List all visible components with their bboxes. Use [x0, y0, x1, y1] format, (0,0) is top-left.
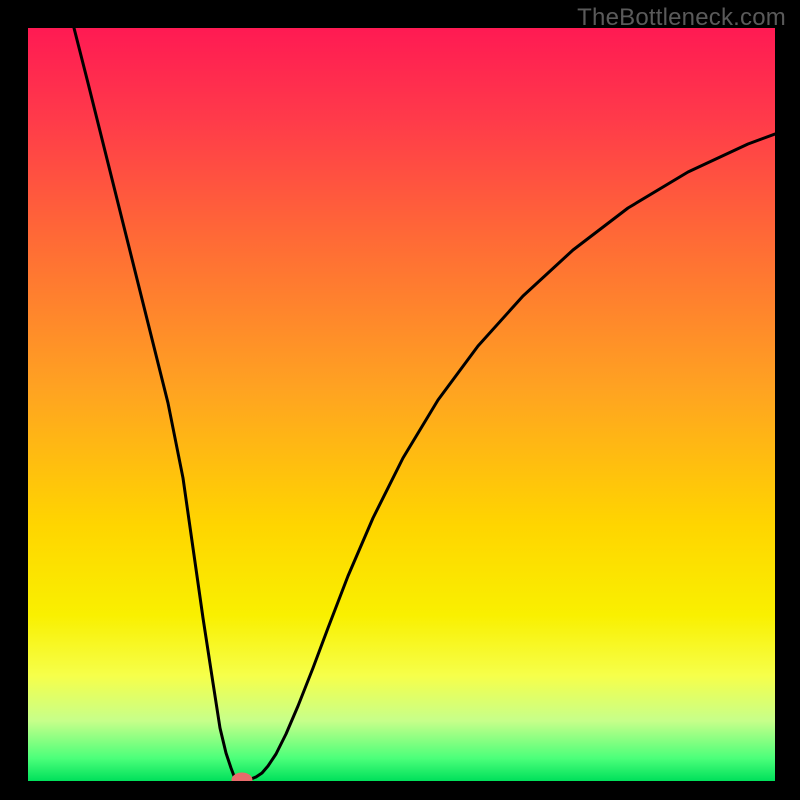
chart-overlay	[28, 28, 775, 781]
optimal-marker	[232, 773, 252, 781]
bottleneck-curve	[74, 28, 775, 780]
chart-frame: TheBottleneck.com	[0, 0, 800, 800]
watermark-text: TheBottleneck.com	[577, 4, 786, 32]
